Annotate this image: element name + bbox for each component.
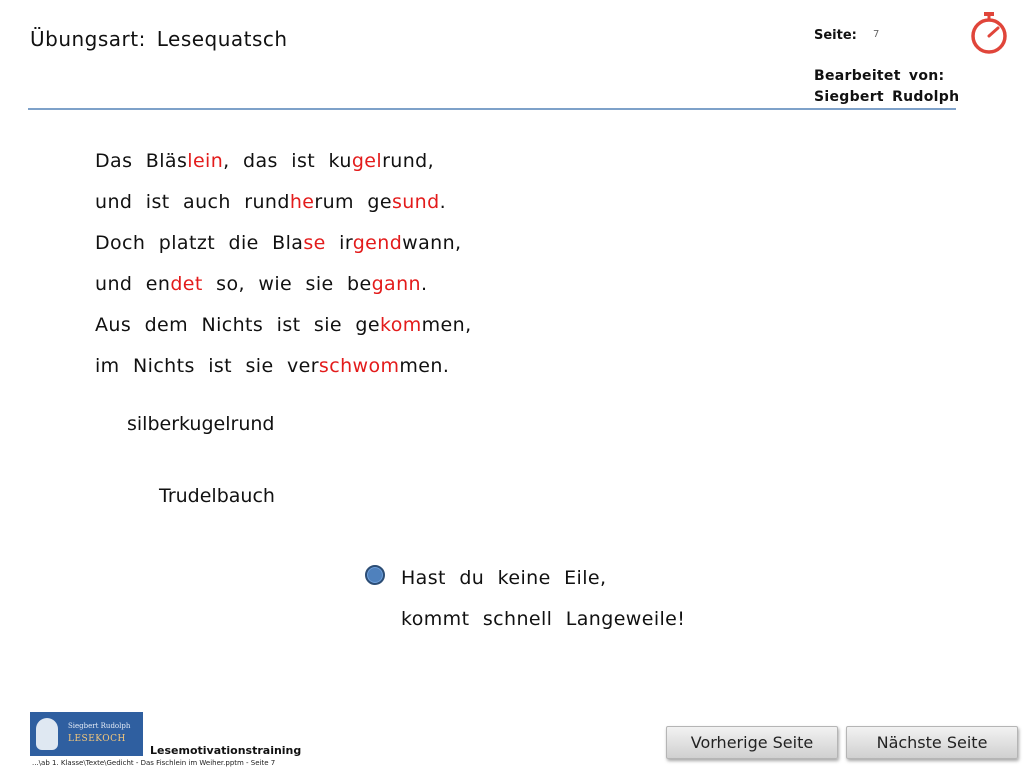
edited-by: Bearbeitet von: Siegbert Rudolph xyxy=(814,66,959,108)
lesekoch-logo: Siegbert Rudolph LESEKOCH xyxy=(30,712,143,756)
lightbulb-chef-icon xyxy=(36,718,58,750)
highlighted-syllable: gann xyxy=(371,273,421,295)
highlighted-syllable: det xyxy=(170,273,203,295)
poem-text: so, wie sie be xyxy=(202,273,372,295)
footer-label: Lesemotivationstraining xyxy=(150,744,302,757)
highlighted-syllable: sund xyxy=(391,191,440,213)
previous-page-button[interactable]: Vorherige Seite xyxy=(666,726,838,759)
highlighted-syllable: schwom xyxy=(318,355,400,377)
poem: Das Bläslein, das ist kugelrund, und ist … xyxy=(95,141,472,387)
poem-line-6: im Nichts ist sie verschwommen. xyxy=(95,346,472,387)
poem-text: und en xyxy=(95,273,171,295)
poem-text: , das ist ku xyxy=(223,150,352,172)
word-silberkugelrund: silberkugelrund xyxy=(127,413,275,435)
highlighted-syllable: kom xyxy=(379,314,422,336)
poem-text: im Nichts ist sie ver xyxy=(95,355,319,377)
poem-text: und ist auch rund xyxy=(95,191,290,213)
poem-text: men. xyxy=(399,355,450,377)
poem-text: Aus dem Nichts ist sie ge xyxy=(95,314,380,336)
poem-line-4: und endet so, wie sie begann. xyxy=(95,264,472,305)
word-trudelbauch: Trudelbauch xyxy=(159,485,275,507)
saying: Hast du keine Eile, kommt schnell Langew… xyxy=(401,558,685,640)
logo-brand: LESEKOCH xyxy=(68,734,126,744)
highlighted-syllable: gend xyxy=(352,232,403,254)
poem-text: men, xyxy=(421,314,472,336)
saying-line-2: kommt schnell Langeweile! xyxy=(401,608,686,630)
poem-text: wann, xyxy=(402,232,462,254)
poem-text: . xyxy=(420,273,428,295)
stopwatch-icon[interactable] xyxy=(968,11,1010,55)
poem-text: Das Bläs xyxy=(95,150,188,172)
poem-line-5: Aus dem Nichts ist sie gekommen, xyxy=(95,305,472,346)
poem-text: rund, xyxy=(382,150,435,172)
edited-by-name: Siegbert Rudolph xyxy=(814,89,960,105)
logo-author: Siegbert Rudolph xyxy=(68,722,131,730)
highlighted-syllable: he xyxy=(289,191,315,213)
next-page-button[interactable]: Nächste Seite xyxy=(846,726,1018,759)
poem-line-1: Das Bläslein, das ist kugelrund, xyxy=(95,141,472,182)
poem-text: Doch platzt die Bla xyxy=(95,232,304,254)
poem-text: . xyxy=(439,191,447,213)
poem-line-2: und ist auch rundherum gesund. xyxy=(95,182,472,223)
exercise-type-title: Übungsart: Lesequatsch xyxy=(30,27,288,51)
highlighted-syllable: gel xyxy=(351,150,383,172)
highlighted-syllable: se xyxy=(303,232,326,254)
edited-by-label: Bearbeitet von: xyxy=(814,68,945,84)
page-number: 7 xyxy=(873,29,880,40)
poem-text: ir xyxy=(325,232,353,254)
saying-line-1: Hast du keine Eile, xyxy=(401,567,607,589)
highlighted-syllable: lein xyxy=(187,150,224,172)
circle-bullet-icon xyxy=(365,565,385,585)
file-path: ...\ab 1. Klasse\Texte\Gedicht - Das Fis… xyxy=(32,759,276,767)
page-label: Seite: xyxy=(814,28,857,43)
poem-line-3: Doch platzt die Blase irgendwann, xyxy=(95,223,472,264)
header-divider xyxy=(28,108,956,110)
poem-text: rum ge xyxy=(314,191,392,213)
